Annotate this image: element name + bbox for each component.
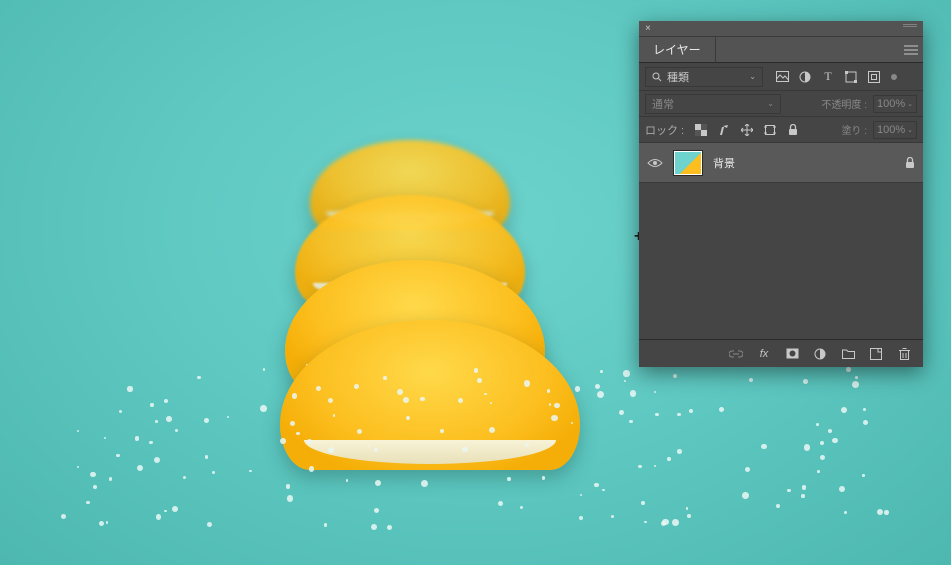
panel-footer: fx xyxy=(639,339,923,367)
shape-filter-icon[interactable] xyxy=(844,70,858,84)
fill-input[interactable]: 100% ⌄ xyxy=(873,121,917,139)
layer-thumbnail[interactable] xyxy=(673,150,703,176)
lock-row: ロック : 塗り : 100% ⌄ xyxy=(639,117,923,143)
opacity-label: 不透明度 : xyxy=(821,96,867,111)
panel-menu-icon[interactable] xyxy=(899,37,923,62)
lock-transparent-icon[interactable] xyxy=(694,123,708,137)
filter-type-label: 種類 xyxy=(667,69,689,85)
opacity-input[interactable]: 100% ⌄ xyxy=(873,95,917,113)
lock-artboard-icon[interactable] xyxy=(763,123,777,137)
adjustment-icon[interactable] xyxy=(813,347,827,361)
chevron-down-icon: ⌄ xyxy=(749,72,756,81)
lock-position-icon[interactable] xyxy=(740,123,754,137)
panel-tabbar: レイヤー xyxy=(639,37,923,63)
visibility-toggle-icon[interactable] xyxy=(647,155,663,171)
type-filter-icon[interactable]: T xyxy=(821,70,835,84)
mask-icon[interactable] xyxy=(785,347,799,361)
chevron-down-icon: ⌄ xyxy=(907,126,913,134)
lock-all-icon[interactable] xyxy=(786,123,800,137)
blend-mode-row: 通常 ⌄ 不透明度 : 100% ⌄ xyxy=(639,91,923,117)
opacity-value: 100% xyxy=(877,98,905,110)
layers-panel: × レイヤー 種類 ⌄ T 通常 ⌄ 不透明度 : 10 xyxy=(639,21,923,367)
layer-row[interactable]: 背景 xyxy=(639,143,923,183)
blend-mode-select[interactable]: 通常 ⌄ xyxy=(645,94,781,114)
blend-mode-label: 通常 xyxy=(652,96,674,112)
delete-icon[interactable] xyxy=(897,347,911,361)
layer-name[interactable]: 背景 xyxy=(713,155,895,171)
layers-list: 背景 xyxy=(639,143,923,339)
smart-filter-icon[interactable] xyxy=(867,70,881,84)
chevron-down-icon: ⌄ xyxy=(907,100,913,108)
search-icon xyxy=(652,72,662,82)
group-icon[interactable] xyxy=(841,347,855,361)
fx-icon[interactable]: fx xyxy=(757,347,771,361)
link-icon[interactable] xyxy=(729,347,743,361)
adjustment-filter-icon[interactable] xyxy=(798,70,812,84)
canvas-content xyxy=(280,140,600,430)
tab-layers[interactable]: レイヤー xyxy=(639,37,716,62)
chevron-down-icon: ⌄ xyxy=(767,99,774,108)
lock-image-icon[interactable] xyxy=(717,123,731,137)
filter-type-select[interactable]: 種類 ⌄ xyxy=(645,67,763,87)
collapse-icon[interactable] xyxy=(903,24,917,34)
fill-value: 100% xyxy=(877,124,905,136)
lock-icon[interactable] xyxy=(905,157,915,169)
panel-titlebar[interactable]: × xyxy=(639,21,923,37)
layer-filter-row: 種類 ⌄ T xyxy=(639,63,923,91)
new-layer-icon[interactable] xyxy=(869,347,883,361)
image-filter-icon[interactable] xyxy=(775,70,789,84)
fill-label: 塗り : xyxy=(841,122,867,137)
filter-toggle-icon[interactable] xyxy=(891,74,897,80)
lock-label: ロック : xyxy=(645,122,684,138)
close-icon[interactable]: × xyxy=(645,24,655,34)
